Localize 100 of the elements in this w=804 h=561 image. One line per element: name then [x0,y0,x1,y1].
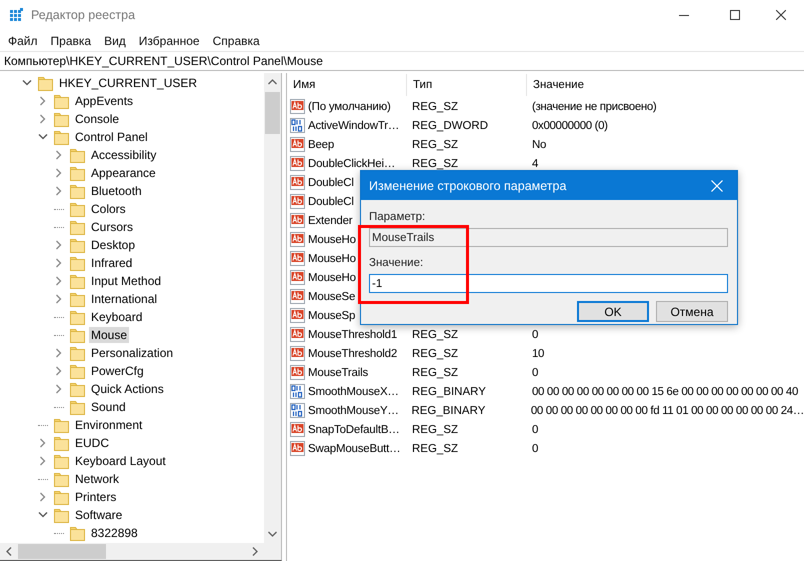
value-data: 0 [531,442,538,454]
value-data: 4 [531,158,538,170]
chevron-right-icon[interactable] [54,186,64,196]
tree-item[interactable]: Colors [89,201,128,217]
chevron-right-icon[interactable] [38,456,48,466]
tree-item[interactable]: 8322898 [89,525,140,541]
value-name[interactable]: MouseSp [308,310,356,322]
tree-item[interactable]: Personalization [89,345,176,361]
scroll-down-icon[interactable] [268,531,277,537]
value-field[interactable]: -1 [369,274,728,293]
tree-item[interactable]: Appearance [89,165,158,181]
value-type: REG_SZ [411,100,460,112]
chevron-right-icon[interactable] [54,258,64,268]
chevron-right-icon[interactable] [54,150,64,160]
tree-item[interactable]: Keyboard Layout [73,453,168,469]
tree-item[interactable]: Sound [89,399,128,415]
chevron-right-icon[interactable] [54,348,64,358]
tree-item[interactable]: Input Method [89,273,164,289]
scroll-right-icon[interactable] [252,547,258,556]
folder-icon [54,435,70,451]
value-name[interactable]: MouseSe [308,290,356,302]
chevron-right-icon[interactable] [54,276,64,286]
chevron-right-icon[interactable] [54,240,64,250]
folder-icon [70,525,86,541]
value-type: REG_SZ [411,138,460,150]
value-name[interactable]: MouseHo [308,252,356,264]
value-name[interactable]: SmoothMouseY… [308,404,399,416]
chevron-down-icon[interactable] [38,132,48,142]
tree-item[interactable]: AppEvents [73,93,136,109]
chevron-right-icon[interactable] [38,96,48,106]
value-data: 0 [531,424,538,436]
value-name[interactable]: ActiveWindowTr… [308,120,400,132]
menu-item[interactable]: Файл [3,34,43,48]
dialog-button[interactable]: OK [577,301,649,322]
value-data: 00 00 00 00 00 00 00 00 15 6e 00 00 00 00 00 00 00 40 [531,386,798,398]
value-name[interactable]: MouseHo [308,234,356,246]
tree-item[interactable]: Quick Actions [89,381,166,397]
tree-item[interactable]: HKEY_CURRENT_USER [57,75,200,91]
tree-item[interactable]: Software [73,507,124,523]
tree-item[interactable]: Network [73,471,122,487]
tree-item[interactable]: PowerCfg [89,363,146,379]
folder-icon [70,381,86,397]
scroll-up-icon[interactable] [268,79,277,85]
value-name[interactable]: DoubleCl [308,176,354,188]
chevron-down-icon[interactable] [22,78,32,88]
column-header[interactable]: Имя [287,74,407,96]
value-name[interactable]: SnapToDefaultB… [308,424,400,436]
chevron-right-icon[interactable] [54,294,64,304]
scrollbar[interactable] [0,543,264,560]
value-name[interactable]: Beep [308,138,334,150]
tree-item[interactable]: Cursors [89,219,136,235]
scrollbar-thumb[interactable] [18,544,106,559]
chevron-right-icon[interactable] [54,366,64,376]
folder-icon [54,129,70,145]
chevron-right-icon[interactable] [38,492,48,502]
value-name[interactable]: SwapMouseButt… [308,442,400,454]
menu-item[interactable]: Правка [46,34,96,48]
tree-item[interactable]: International [89,291,160,307]
folder-icon [70,345,86,361]
chevron-right-icon[interactable] [38,438,48,448]
scrollbar-thumb[interactable] [265,92,280,134]
tree-item[interactable]: Bluetooth [89,183,144,199]
tree-item[interactable]: Console [73,111,122,127]
chevron-down-icon[interactable] [38,510,48,520]
tree-item[interactable]: Mouse [89,327,130,343]
scrollbar[interactable] [264,73,281,543]
tree-item[interactable]: Keyboard [89,309,144,325]
dialog-button[interactable]: Отмена [656,301,728,322]
column-header[interactable]: Тип [407,74,527,96]
value-name[interactable]: MouseThreshold2 [308,348,398,360]
tree-item[interactable]: EUDC [73,435,112,451]
tree-item[interactable]: Desktop [89,237,138,253]
address-field[interactable]: Компьютер\HKEY_CURRENT_USER\Control Panel\Mouse [0,51,804,71]
value-name[interactable]: MouseThreshold1 [308,328,398,340]
chevron-right-icon[interactable] [38,114,48,124]
value-name[interactable]: DoubleClickHei… [308,158,396,170]
chevron-right-icon[interactable] [54,168,64,178]
folder-icon [54,507,70,523]
field-label: Параметр: [369,211,426,225]
chevron-right-icon[interactable] [54,384,64,394]
value-name[interactable]: MouseTrails [308,366,368,378]
tree-item[interactable]: Environment [73,417,144,433]
menu-item[interactable]: Избранное [134,34,205,48]
tree-item[interactable]: Printers [73,489,118,505]
value-name[interactable]: Extender [308,214,352,226]
tree-item[interactable]: Control Panel [73,129,150,145]
value-name[interactable]: DoubleCl [308,196,354,208]
tree-item[interactable]: Infrared [89,255,134,271]
name-field[interactable]: MouseTrails [369,228,728,247]
value-data: 0 [531,366,538,378]
value-name[interactable]: MouseHo [308,272,356,284]
menu-item[interactable]: Справка [208,34,265,48]
value-name[interactable]: SmoothMouseX… [308,386,399,398]
tree-item[interactable]: Accessibility [89,147,158,163]
menu-item[interactable]: Вид [99,34,131,48]
folder-icon [70,255,86,271]
column-header[interactable]: Значение [527,74,804,96]
scroll-left-icon[interactable] [6,547,12,556]
value-data: 0x00000000 (0) [531,120,608,132]
value-name[interactable]: (По умолчанию) [308,100,391,112]
